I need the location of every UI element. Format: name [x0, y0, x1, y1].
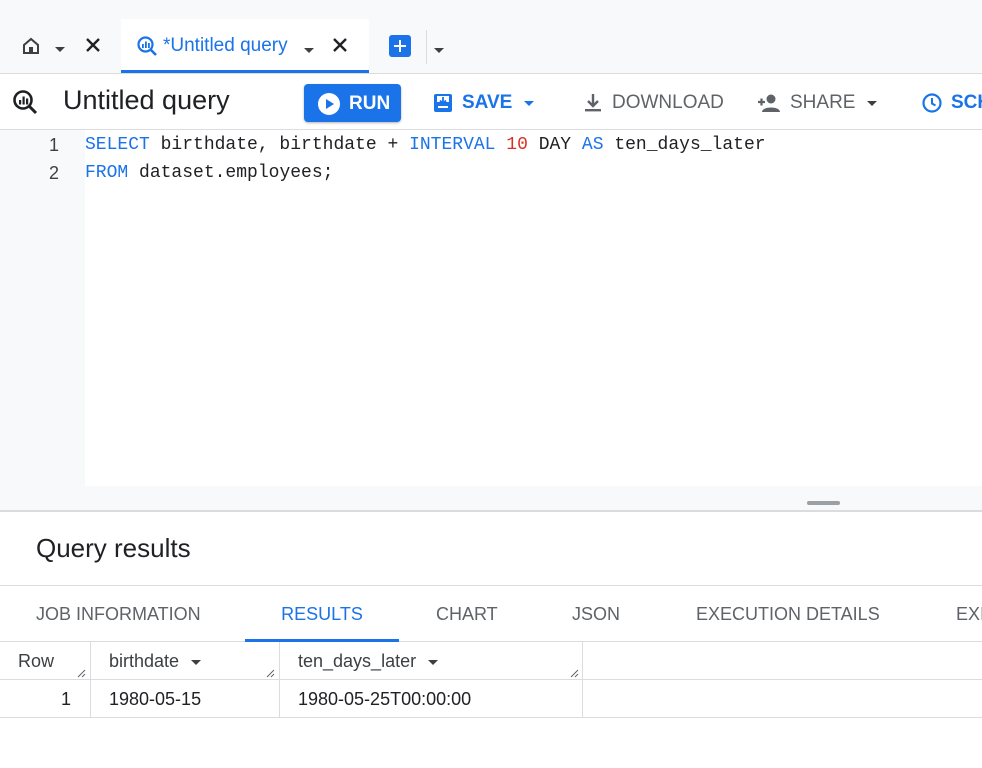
share-dropdown-icon[interactable]	[867, 100, 878, 106]
line-number: 1	[48, 135, 59, 155]
tab-json[interactable]: JSON	[572, 586, 620, 642]
ten-days-later-cell[interactable]: 1980-05-25T00:00:00	[298, 680, 471, 718]
code-area[interactable]: SELECT birthdate, birthdate + INTERVAL 1…	[85, 130, 982, 486]
schedule-label: SCH	[951, 92, 982, 113]
editor-resize-handle[interactable]	[807, 501, 840, 505]
column-resize-handle[interactable]	[265, 668, 275, 678]
clock-icon	[921, 92, 943, 114]
query-tab-dropdown-icon[interactable]	[304, 40, 314, 58]
close-query-tab-icon[interactable]	[330, 35, 350, 55]
divider	[0, 510, 982, 512]
home-tab-dropdown-icon[interactable]	[55, 39, 65, 57]
code-line[interactable]: SELECT birthdate, birthdate + INTERVAL 1…	[85, 135, 766, 155]
run-label: RUN	[349, 93, 391, 114]
column-header-ten-days-later[interactable]: ten_days_later	[298, 642, 439, 680]
page-title: Untitled query	[63, 85, 230, 115]
schedule-button[interactable]: SCH	[921, 84, 982, 122]
birthdate-cell[interactable]: 1980-05-15	[109, 680, 201, 718]
download-button[interactable]: DOWNLOAD	[582, 84, 724, 122]
download-icon	[582, 92, 604, 114]
sql-keyword: AS	[581, 135, 604, 155]
save-button[interactable]: SAVE	[432, 84, 535, 122]
tab-execution-graph[interactable]: EXI	[956, 586, 982, 642]
sql-keyword: SELECT	[85, 135, 150, 155]
query-icon	[137, 36, 157, 56]
row-number-cell: 1	[61, 689, 72, 709]
table-row[interactable]: 1 1980-05-15 1980-05-25T00:00:00	[0, 680, 982, 718]
line-number-gutter: 1 2	[0, 130, 85, 486]
sort-dropdown-icon[interactable]	[428, 659, 439, 665]
run-button[interactable]: RUN	[304, 84, 401, 122]
editor-toolbar: Untitled query RUN SAVE DOWNLOAD SHARE S…	[0, 74, 982, 130]
tab-untitled-query[interactable]: *Untitled query	[121, 19, 369, 73]
home-icon	[23, 37, 39, 54]
more-tabs-dropdown-icon[interactable]	[434, 40, 444, 58]
close-home-tab-icon[interactable]	[83, 35, 103, 55]
column-divider	[279, 642, 280, 718]
share-button[interactable]: SHARE	[756, 84, 878, 122]
sql-text: DAY	[527, 135, 582, 155]
results-title: Query results	[36, 533, 191, 563]
add-person-icon	[756, 92, 782, 114]
line-number: 2	[48, 163, 59, 183]
sql-editor: 1 2 SELECT birthdate, birthdate + INTERV…	[0, 130, 982, 510]
sql-keyword: FROM	[85, 163, 129, 183]
table-header: Row birthdate ten_days_later	[0, 642, 982, 680]
query-title-icon	[13, 90, 38, 115]
column-resize-handle[interactable]	[76, 668, 86, 678]
download-label: DOWNLOAD	[612, 92, 724, 113]
save-icon	[432, 92, 454, 114]
column-resize-handle[interactable]	[569, 668, 579, 678]
column-divider	[582, 642, 583, 718]
tab-job-information[interactable]: JOB INFORMATION	[36, 586, 201, 642]
tab-home[interactable]	[0, 19, 118, 73]
save-label: SAVE	[462, 92, 513, 113]
code-line[interactable]: FROM dataset.employees;	[85, 163, 333, 183]
results-tab-bar: JOB INFORMATION RESULTS CHART JSON EXECU…	[0, 585, 982, 642]
tab-execution-details[interactable]: EXECUTION DETAILS	[696, 586, 880, 642]
tab-results[interactable]: RESULTS	[245, 586, 399, 642]
save-dropdown-icon[interactable]	[524, 100, 535, 106]
sql-keyword: INTERVAL	[409, 135, 496, 155]
new-query-icon[interactable]	[389, 35, 411, 57]
column-header-birthdate[interactable]: birthdate	[109, 642, 202, 680]
share-label: SHARE	[790, 92, 856, 113]
column-header-label: birthdate	[109, 651, 180, 671]
play-icon	[318, 93, 340, 115]
sql-number: 10	[506, 135, 528, 155]
column-divider	[90, 642, 91, 718]
column-header-label: ten_days_later	[298, 651, 417, 671]
tab-divider	[426, 30, 427, 64]
sql-text: dataset.employees;	[128, 163, 334, 183]
query-tab-label: *Untitled query	[163, 35, 288, 56]
sql-text: ten_days_later	[603, 135, 766, 155]
sort-dropdown-icon[interactable]	[191, 659, 202, 665]
column-header-row: Row	[18, 651, 55, 671]
sql-text: birthdate, birthdate +	[149, 135, 410, 155]
tab-strip: *Untitled query	[0, 0, 982, 74]
tab-chart[interactable]: CHART	[436, 586, 498, 642]
